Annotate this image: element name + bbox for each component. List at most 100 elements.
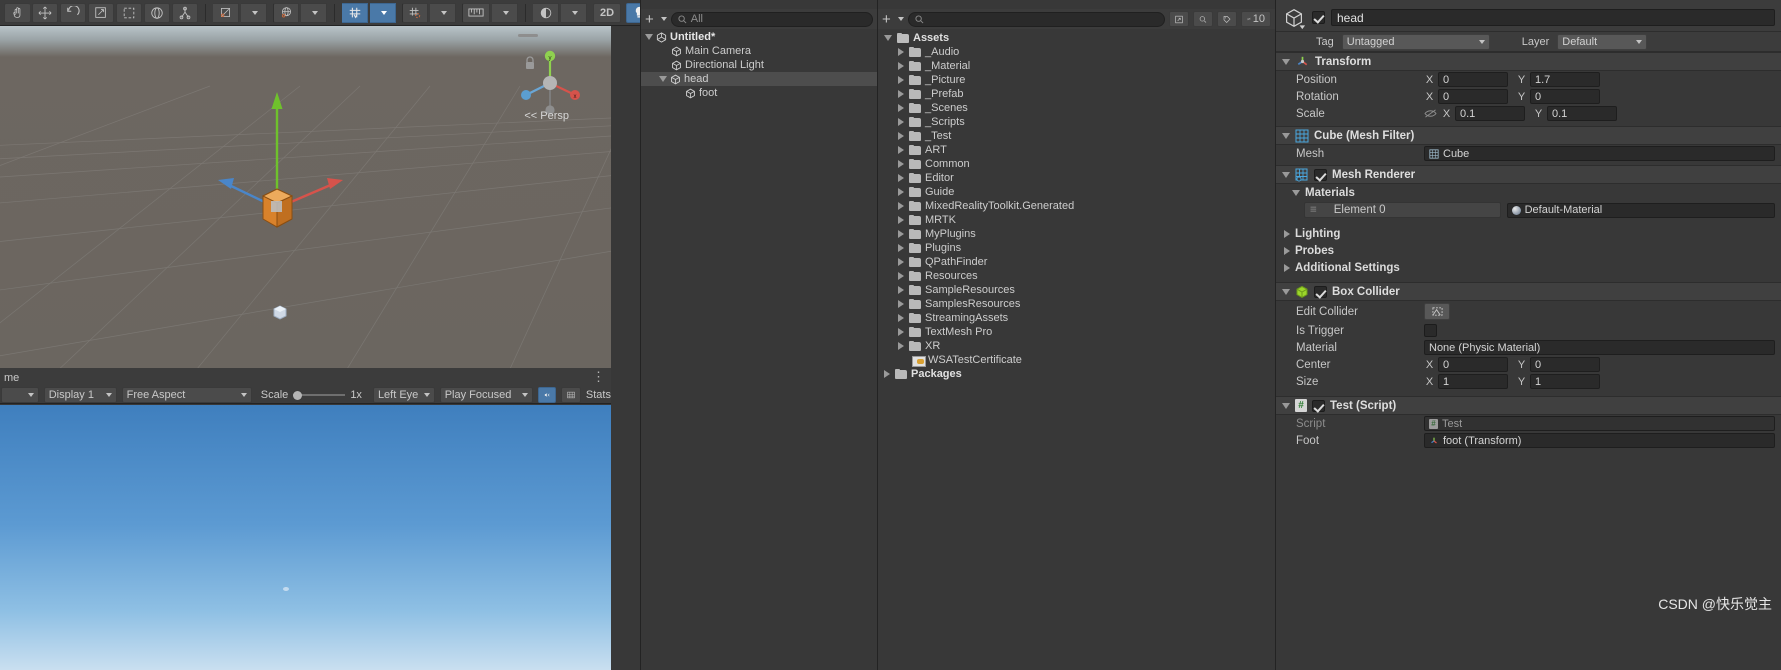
rect-tool-button[interactable]	[116, 2, 142, 23]
project-create-button[interactable]: +	[882, 12, 891, 27]
project-item-art[interactable]: ART	[878, 143, 1275, 157]
probes-foldout[interactable]: Probes	[1276, 242, 1781, 259]
collapse-triangle-icon[interactable]	[659, 76, 667, 82]
scale-x-input[interactable]: 0.1	[1455, 106, 1525, 121]
expand-triangle-icon[interactable]	[898, 104, 904, 112]
chevron-down-icon[interactable]	[660, 17, 667, 21]
selected-object-gizmo[interactable]	[185, 76, 385, 256]
hierarchy-item-foot[interactable]: foot	[641, 86, 877, 100]
expand-triangle-icon[interactable]	[898, 286, 904, 294]
project-item-common[interactable]: Common	[878, 157, 1275, 171]
grid-dropdown[interactable]	[370, 2, 396, 23]
scene-view-handle[interactable]	[518, 34, 538, 37]
transform-tool-button[interactable]	[144, 2, 170, 23]
additional-settings-foldout[interactable]: Additional Settings	[1276, 259, 1781, 276]
collapse-triangle-icon[interactable]	[1282, 58, 1290, 65]
project-item--scenes[interactable]: _Scenes	[878, 101, 1275, 115]
physic-material-field[interactable]: None (Physic Material)	[1424, 340, 1775, 355]
collapse-triangle-icon[interactable]	[1292, 189, 1300, 196]
expand-triangle-icon[interactable]	[898, 202, 904, 210]
foot-object-field[interactable]: foot (Transform)	[1424, 433, 1775, 448]
gameobject-name-input[interactable]: head	[1331, 9, 1775, 26]
project-item-editor[interactable]: Editor	[878, 171, 1275, 185]
project-item-qpathfinder[interactable]: QPathFinder	[878, 255, 1275, 269]
mesh-renderer-component-header[interactable]: Mesh Renderer	[1276, 165, 1781, 184]
chevron-down-icon[interactable]	[897, 17, 904, 21]
project-item-textmesh-pro[interactable]: TextMesh Pro	[878, 325, 1275, 339]
expand-triangle-icon[interactable]	[898, 230, 904, 238]
constrain-proportions-icon[interactable]	[1424, 108, 1437, 119]
expand-triangle-icon[interactable]	[898, 62, 904, 70]
expand-triangle-icon[interactable]	[898, 258, 904, 266]
expand-triangle-icon[interactable]	[898, 160, 904, 168]
rotate-tool-button[interactable]	[60, 2, 86, 23]
gizmos-toggle[interactable]	[560, 386, 581, 403]
pivot-mode-button[interactable]	[213, 2, 239, 23]
layer-dropdown[interactable]: Default	[1557, 33, 1648, 50]
position-y-input[interactable]: 1.7	[1530, 72, 1600, 87]
collider-size-y-input[interactable]: 1	[1530, 374, 1600, 389]
project-item-streamingassets[interactable]: StreamingAssets	[878, 311, 1275, 325]
collider-center-x-input[interactable]: 0	[1438, 357, 1508, 372]
transform-component-header[interactable]: Transform	[1276, 52, 1781, 71]
expand-triangle-icon[interactable]	[898, 300, 904, 308]
project-item--test[interactable]: _Test	[878, 129, 1275, 143]
is-trigger-checkbox[interactable]	[1424, 324, 1437, 337]
mute-audio-toggle[interactable]	[537, 386, 556, 403]
hierarchy-item-head[interactable]: head	[641, 72, 877, 86]
rotation-y-input[interactable]: 0	[1530, 89, 1600, 104]
pivot-mode-dropdown[interactable]	[241, 2, 267, 23]
hierarchy-item-untitled-[interactable]: Untitled*	[641, 30, 877, 44]
grid-visibility-button[interactable]	[342, 2, 368, 23]
project-item-mixedrealitytoolkit-generated[interactable]: MixedRealityToolkit.Generated	[878, 199, 1275, 213]
collapse-triangle-icon[interactable]	[1282, 132, 1290, 139]
handle-rotation-dropdown[interactable]	[301, 2, 327, 23]
project-search-input[interactable]	[907, 11, 1165, 27]
snap-settings-button[interactable]	[462, 2, 490, 23]
scene-projection-label[interactable]: << Persp	[524, 110, 569, 122]
hierarchy-create-button[interactable]: +	[645, 12, 654, 27]
project-item-resources[interactable]: Resources	[878, 269, 1275, 283]
expand-triangle-icon[interactable]	[898, 174, 904, 182]
edit-collider-button[interactable]	[1424, 303, 1450, 320]
custom-tool-button[interactable]	[172, 2, 198, 23]
project-item--material[interactable]: _Material	[878, 59, 1275, 73]
view-options-dropdown[interactable]	[561, 2, 587, 23]
expand-triangle-icon[interactable]	[898, 188, 904, 196]
expand-triangle-icon[interactable]	[898, 216, 904, 224]
stats-label[interactable]: Stats	[586, 389, 611, 401]
material-object-field[interactable]: Default-Material	[1506, 202, 1775, 218]
rotation-x-input[interactable]: 0	[1438, 89, 1508, 104]
handle-rotation-button[interactable]	[273, 2, 299, 23]
mesh-object-field[interactable]: Cube	[1424, 146, 1775, 161]
collapse-triangle-icon[interactable]	[1282, 171, 1290, 178]
collapse-triangle-icon[interactable]	[645, 34, 653, 40]
project-item-mrtk[interactable]: MRTK	[878, 213, 1275, 227]
move-tool-button[interactable]	[32, 2, 58, 23]
expand-triangle-icon[interactable]	[898, 314, 904, 322]
lighting-foldout[interactable]: Lighting	[1276, 225, 1781, 242]
collider-size-x-input[interactable]: 1	[1438, 374, 1508, 389]
expand-triangle-icon[interactable]	[898, 118, 904, 126]
drag-handle-icon[interactable]: ≡	[1310, 204, 1317, 216]
box-collider-enabled-checkbox[interactable]	[1314, 285, 1327, 298]
project-item--audio[interactable]: _Audio	[878, 45, 1275, 59]
expand-triangle-icon[interactable]	[1284, 246, 1290, 255]
expand-triangle-icon[interactable]	[898, 48, 904, 56]
game-view-display-prefix-dropdown[interactable]	[1, 386, 39, 403]
expand-triangle-icon[interactable]	[898, 90, 904, 98]
scene-child-object[interactable]	[269, 301, 291, 323]
test-script-component-header[interactable]: # Test (Script)	[1276, 396, 1781, 415]
project-filter-button[interactable]	[1169, 11, 1189, 27]
project-item-myplugins[interactable]: MyPlugins	[878, 227, 1275, 241]
expand-triangle-icon[interactable]	[898, 76, 904, 84]
scale-tool-button[interactable]	[88, 2, 114, 23]
scale-slider[interactable]	[293, 389, 346, 401]
expand-triangle-icon[interactable]	[898, 272, 904, 280]
collapse-triangle-icon[interactable]	[1282, 288, 1290, 295]
project-favorites-button[interactable]	[1193, 11, 1213, 27]
expand-triangle-icon[interactable]	[898, 146, 904, 154]
project-item--picture[interactable]: _Picture	[878, 73, 1275, 87]
project-item-packages[interactable]: Packages	[878, 367, 1275, 381]
mesh-filter-component-header[interactable]: Cube (Mesh Filter)	[1276, 126, 1781, 145]
